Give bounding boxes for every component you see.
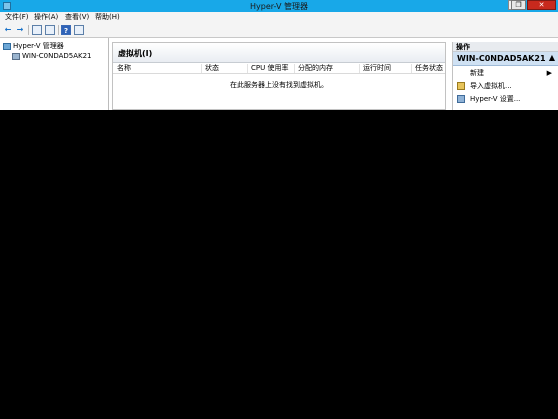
tree-root-label: Hyper-V 管理器 bbox=[13, 42, 64, 50]
actions-title: 操作 bbox=[456, 43, 470, 51]
settings-icon bbox=[457, 95, 465, 103]
column-header-assigned-memory[interactable]: 分配的内存 bbox=[298, 64, 333, 73]
toolbar-separator bbox=[28, 25, 29, 35]
empty-vm-list-message: 在此服务器上没有找到虚拟机。 bbox=[230, 81, 328, 89]
column-separator bbox=[201, 64, 202, 73]
action-hyper-v-settings-label: Hyper-V 设置... bbox=[470, 95, 521, 103]
server-icon bbox=[12, 52, 20, 60]
actions-pane: 操作 WIN-C0NDAD5AK21 ▲ 新建 ▶ 导入虚拟机... Hyper… bbox=[452, 42, 558, 110]
actions-header: 操作 bbox=[453, 42, 558, 52]
action-new[interactable]: 新建 ▶ bbox=[453, 67, 558, 79]
column-header-name[interactable]: 名称 bbox=[117, 64, 131, 73]
action-import-vm-label: 导入虚拟机... bbox=[470, 82, 512, 90]
vm-column-headers: 名称 状态 CPU 使用率 分配的内存 运行时间 任务状态 bbox=[113, 63, 445, 74]
virtual-machines-header: 虚拟机(I) bbox=[113, 43, 445, 63]
actions-server-section[interactable]: WIN-C0NDAD5AK21 ▲ bbox=[453, 52, 558, 66]
restore-button[interactable]: ❐ bbox=[511, 0, 526, 10]
column-separator bbox=[247, 64, 248, 73]
action-hyper-v-settings[interactable]: Hyper-V 设置... bbox=[453, 93, 558, 105]
tree-item-server[interactable]: WIN-C0NDAD5AK21 bbox=[12, 51, 92, 61]
show-hide-action-pane-icon[interactable] bbox=[74, 25, 84, 35]
column-separator bbox=[359, 64, 360, 73]
column-header-state[interactable]: 状态 bbox=[205, 64, 219, 73]
toolbar-separator bbox=[58, 25, 59, 35]
title-bar: Hyper-V 管理器 — ❐ ✕ bbox=[0, 0, 558, 12]
submenu-arrow-icon: ▶ bbox=[546, 69, 552, 77]
hyper-v-manager-icon bbox=[3, 42, 11, 50]
up-folder-icon[interactable] bbox=[32, 25, 42, 35]
virtual-machines-title: 虚拟机(I) bbox=[118, 49, 153, 58]
tree-server-label: WIN-C0NDAD5AK21 bbox=[22, 52, 92, 60]
column-header-cpu-usage[interactable]: CPU 使用率 bbox=[251, 64, 288, 73]
menu-file[interactable]: 文件(F) bbox=[5, 13, 29, 22]
window-title: Hyper-V 管理器 bbox=[250, 2, 308, 11]
console-tree: Hyper-V 管理器 WIN-C0NDAD5AK21 bbox=[0, 38, 109, 110]
tree-item-hyper-v-manager[interactable]: Hyper-V 管理器 bbox=[3, 41, 64, 51]
column-header-task-status[interactable]: 任务状态 bbox=[415, 64, 443, 73]
forward-arrow-icon[interactable]: → bbox=[15, 25, 25, 35]
help-icon[interactable]: ? bbox=[61, 25, 71, 35]
menu-action[interactable]: 操作(A) bbox=[34, 13, 58, 22]
import-icon bbox=[457, 82, 465, 90]
action-import-vm[interactable]: 导入虚拟机... bbox=[453, 80, 558, 92]
show-hide-console-tree-icon[interactable] bbox=[45, 25, 55, 35]
column-header-uptime[interactable]: 运行时间 bbox=[363, 64, 391, 73]
action-new-label: 新建 bbox=[470, 69, 484, 77]
close-button[interactable]: ✕ bbox=[527, 0, 556, 10]
collapse-caret-icon[interactable]: ▲ bbox=[549, 53, 555, 63]
menu-bar: 文件(F) 操作(A) 查看(V) 帮助(H) bbox=[0, 12, 558, 23]
back-arrow-icon[interactable]: ← bbox=[3, 25, 13, 35]
menu-view[interactable]: 查看(V) bbox=[65, 13, 89, 22]
actions-server-label: WIN-C0NDAD5AK21 bbox=[457, 54, 546, 63]
menu-help[interactable]: 帮助(H) bbox=[95, 13, 120, 22]
column-separator bbox=[294, 64, 295, 73]
toolbar: ← → ? bbox=[0, 23, 558, 38]
virtual-machines-panel: 虚拟机(I) 名称 状态 CPU 使用率 分配的内存 运行时间 任务状态 在此服… bbox=[112, 42, 446, 110]
hyper-v-manager-window: Hyper-V 管理器 — ❐ ✕ 文件(F) 操作(A) 查看(V) 帮助(H… bbox=[0, 0, 558, 110]
column-separator bbox=[411, 64, 412, 73]
